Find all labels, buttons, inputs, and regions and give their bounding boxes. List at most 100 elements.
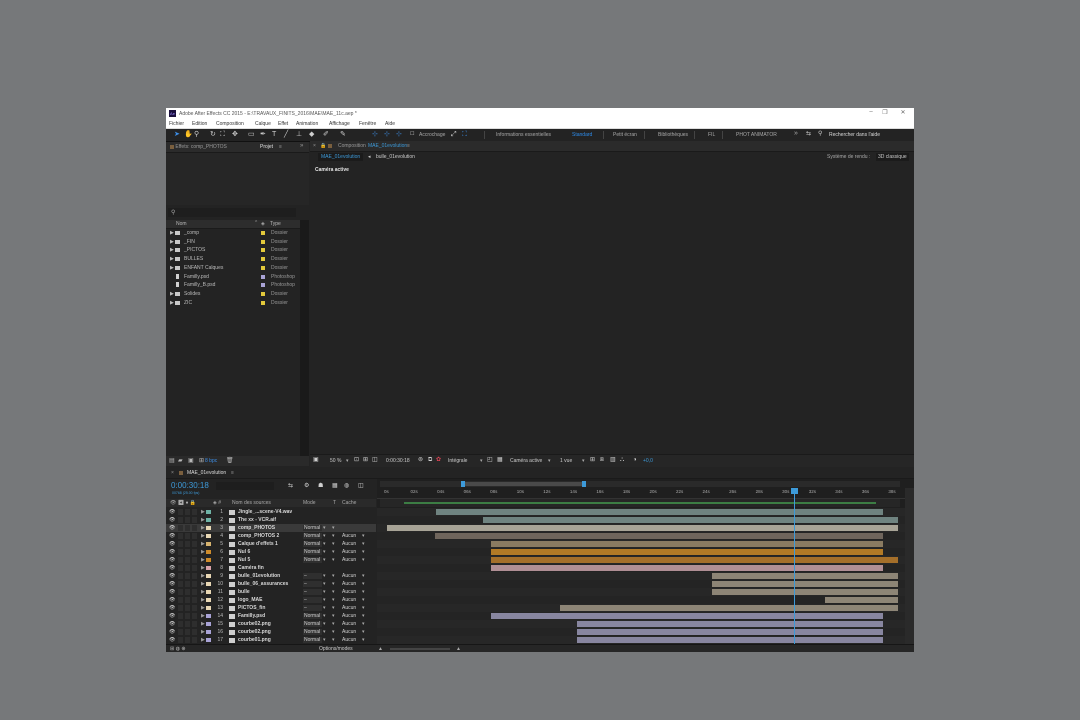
cache-dropdown-icon[interactable]: ▾ [362, 532, 365, 540]
options-modes-toggle[interactable]: Options/modes [319, 646, 353, 652]
solo-switch[interactable] [185, 557, 190, 563]
label-color-swatch[interactable] [206, 630, 211, 634]
label-color-swatch[interactable] [206, 582, 211, 586]
expand-triangle-icon[interactable]: ▶ [201, 572, 205, 580]
visibility-eye-icon[interactable]: 👁 [169, 572, 175, 580]
selection-tool-icon[interactable]: ➤ [174, 131, 180, 138]
layer-name[interactable]: bulle_01evolution [238, 572, 280, 580]
menu-fichier[interactable]: Fichier [169, 121, 184, 127]
layer-row[interactable]: 👁 ▶ 15 courbe02.png Normal ▾ ▾ Aucun ▾ [166, 620, 376, 628]
axis-mode-icon[interactable]: ⊹ [372, 131, 378, 138]
workspace-essentials[interactable]: Informations essentielles [496, 132, 551, 138]
trkmat-dropdown-icon[interactable]: ▾ [332, 636, 335, 644]
work-area-range[interactable] [404, 502, 876, 504]
label-color-swatch[interactable] [261, 257, 265, 262]
label-color-swatch[interactable] [206, 614, 211, 618]
layer-name[interactable]: courbe02.png [238, 628, 271, 636]
cache-select[interactable]: Aucun [342, 548, 362, 556]
label-color-swatch[interactable] [261, 291, 265, 296]
time-navigator-range[interactable] [463, 482, 585, 486]
audio-switch[interactable] [178, 533, 183, 539]
visibility-eye-icon[interactable]: 👁 [169, 564, 175, 572]
close-button[interactable]: ✕ [897, 109, 909, 116]
cache-select[interactable]: Aucun [342, 604, 362, 612]
solo-switch[interactable] [185, 605, 190, 611]
solo-switch[interactable] [185, 533, 190, 539]
view-axis-icon[interactable]: ⊹ [396, 131, 402, 138]
layer-name[interactable]: Nul 6 [238, 548, 250, 556]
label-color-swatch[interactable] [261, 248, 265, 253]
layer-row[interactable]: 👁 ▶ 2 The xx - VCR.aif [166, 516, 376, 524]
project-item[interactable]: ▶ _comp Dossier [166, 229, 298, 237]
text-tool-icon[interactable]: T [272, 131, 276, 138]
lock-switch[interactable] [192, 605, 197, 611]
camera-dropdown-icon[interactable]: ▾ [548, 458, 551, 464]
timeline-icon[interactable]: ▥ [610, 457, 616, 464]
solo-switch[interactable] [185, 613, 190, 619]
snap-feature-icon[interactable]: ⛶ [462, 131, 467, 138]
layer-duration-bar[interactable] [559, 605, 898, 611]
blend-mode-select[interactable]: – [303, 573, 322, 579]
blend-mode-dropdown-icon[interactable]: ▾ [323, 620, 326, 628]
visibility-eye-icon[interactable]: 👁 [169, 636, 175, 644]
trkmat-dropdown-icon[interactable]: ▾ [332, 628, 335, 636]
visibility-eye-icon[interactable]: 👁 [169, 540, 175, 548]
composition-tab-label[interactable]: Composition [338, 143, 366, 149]
label-color-swatch[interactable] [261, 239, 265, 244]
fast-previews-icon[interactable]: ⧈ [600, 457, 604, 464]
cache-dropdown-icon[interactable]: ▾ [362, 636, 365, 644]
solo-switch[interactable] [185, 637, 190, 643]
visibility-eye-icon[interactable]: 👁 [169, 604, 175, 612]
lock-switch[interactable] [192, 525, 197, 531]
cache-dropdown-icon[interactable]: ▾ [362, 572, 365, 580]
layer-row[interactable]: 👁 ▶ 3 comp_PHOTOS Normal ▾ ▾ [166, 524, 376, 532]
lock-switch[interactable] [192, 621, 197, 627]
lock-switch[interactable] [192, 581, 197, 587]
workspace-fil[interactable]: FIL [708, 132, 715, 138]
expand-triangle-icon[interactable]: ▶ [201, 532, 205, 540]
label-color-swatch[interactable] [206, 598, 211, 602]
layer-row[interactable]: 👁 ▶ 8 Caméra fin [166, 564, 376, 572]
project-item[interactable]: Familly.psd Photoshop [166, 273, 298, 281]
safe-margins-icon[interactable]: ⊡ [354, 457, 359, 464]
layer-row[interactable]: 👁 ▶ 13 PICTOS_fin – ▾ ▾ Aucun ▾ [166, 604, 376, 612]
solo-switch[interactable] [185, 597, 190, 603]
layer-duration-bar[interactable] [482, 517, 898, 523]
label-color-swatch[interactable] [206, 542, 211, 546]
solo-switch[interactable] [185, 517, 190, 523]
minimize-button[interactable]: – [865, 109, 877, 115]
blend-mode-dropdown-icon[interactable]: ▾ [323, 604, 326, 612]
interpret-footage-icon[interactable]: ▤ [169, 457, 175, 464]
blend-mode-dropdown-icon[interactable]: ▾ [323, 572, 326, 580]
flowchart-icon[interactable]: ⛬ [620, 457, 624, 464]
show-snapshot-icon[interactable]: ⧉ [428, 457, 432, 464]
expand-panel-icon[interactable]: » [300, 143, 303, 149]
layer-row[interactable]: 👁 ▶ 17 courbe01.png Normal ▾ ▾ Aucun ▾ [166, 636, 376, 644]
layer-name[interactable]: The xx - VCR.aif [238, 516, 276, 524]
trkmat-dropdown-icon[interactable]: ▾ [332, 556, 335, 564]
workspace-phot-animator[interactable]: PHOT ANIMATOR [736, 132, 777, 138]
label-color-swatch[interactable] [206, 590, 211, 594]
layer-duration-bar[interactable] [576, 621, 884, 627]
audio-switch[interactable] [178, 541, 183, 547]
layer-duration-bar[interactable] [712, 581, 898, 587]
solo-switch[interactable] [185, 509, 190, 515]
puppet-pin-tool-icon[interactable]: ✎ [340, 131, 346, 138]
time-navigator[interactable] [380, 481, 900, 487]
expand-triangle-icon[interactable]: ▶ [201, 620, 205, 628]
new-comp-icon[interactable]: ▣ [188, 457, 194, 464]
trash-icon[interactable]: 🗑 [226, 457, 234, 464]
menu-edition[interactable]: Edition [192, 121, 207, 127]
exposure-value[interactable]: +0,0 [643, 458, 653, 464]
more-workspaces-button[interactable]: » [794, 130, 798, 137]
solo-switch[interactable] [185, 549, 190, 555]
cache-dropdown-icon[interactable]: ▾ [362, 588, 365, 596]
label-color-swatch[interactable] [206, 510, 211, 514]
project-item[interactable]: ▶ Solides Dossier [166, 290, 298, 298]
clone-stamp-tool-icon[interactable]: ⊥ [296, 131, 302, 138]
pen-tool-icon[interactable]: ✒ [260, 131, 266, 138]
solo-switch[interactable] [185, 525, 190, 531]
hide-shy-icon[interactable]: ☗ [318, 483, 323, 490]
world-axis-icon[interactable]: ⊹ [384, 131, 390, 138]
visibility-eye-icon[interactable]: 👁 [169, 596, 175, 604]
